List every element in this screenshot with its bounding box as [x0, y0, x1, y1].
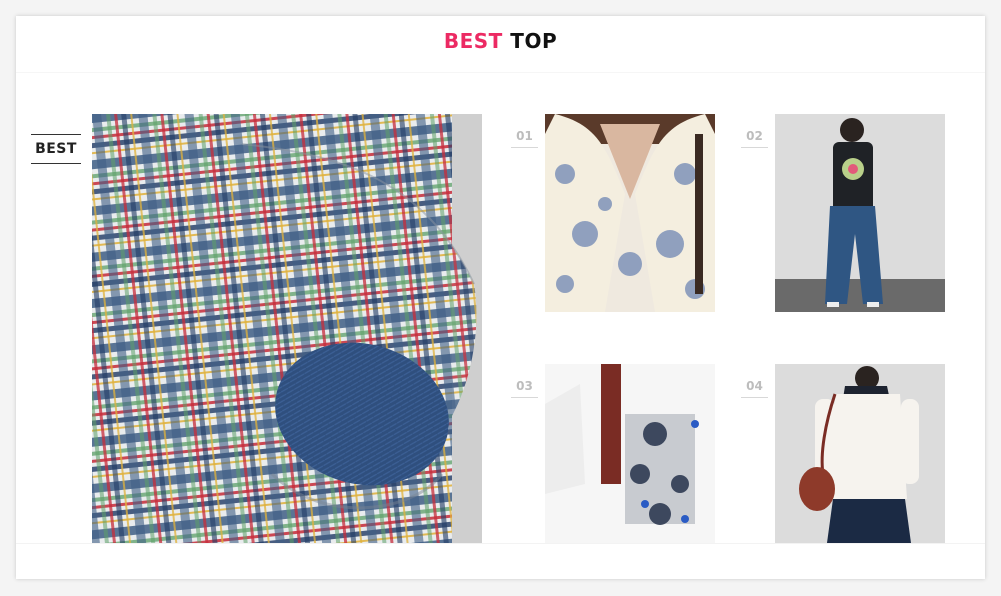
- graphic-tee-image: [775, 114, 945, 312]
- item-number-04: 04: [741, 379, 768, 398]
- knit-top-image: [775, 364, 945, 543]
- section-header: BEST TOP: [16, 16, 985, 73]
- title-rest: TOP: [510, 29, 558, 53]
- item-number-03: 03: [511, 379, 538, 398]
- divider: [16, 543, 985, 544]
- title-accent: BEST: [443, 29, 503, 53]
- plaid-shirt-image: [92, 114, 482, 543]
- floral-blouse-image: [545, 114, 715, 312]
- hero-product-image[interactable]: [92, 114, 482, 543]
- product-thumb-02[interactable]: [775, 114, 945, 312]
- item-number-02: 02: [741, 129, 768, 148]
- product-thumb-03[interactable]: [545, 364, 715, 543]
- product-thumb-01[interactable]: [545, 114, 715, 312]
- section-title: BEST TOP: [444, 29, 557, 53]
- best-badge: BEST: [31, 134, 81, 164]
- printed-tee-image: [545, 364, 715, 543]
- product-thumb-04[interactable]: [775, 364, 945, 543]
- best-top-section: BEST TOP BEST 01 02 03 04: [16, 16, 985, 579]
- item-number-01: 01: [511, 129, 538, 148]
